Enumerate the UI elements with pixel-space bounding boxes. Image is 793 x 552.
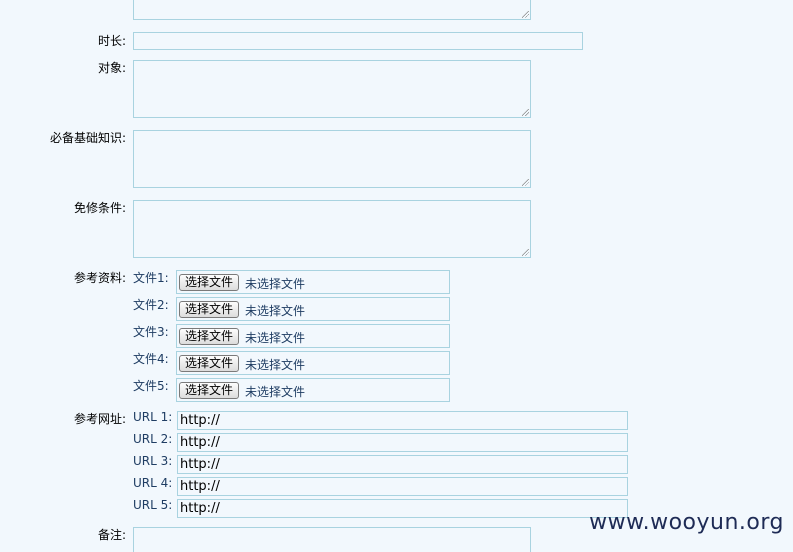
file-status: 未选择文件 xyxy=(245,358,306,372)
exemption-label: 免修条件: xyxy=(73,201,126,215)
url-input[interactable]: http:// xyxy=(177,411,628,430)
duration-input[interactable] xyxy=(133,32,583,50)
resize-grip-icon[interactable] xyxy=(522,11,529,18)
file-input[interactable]: 选择文件 未选择文件 xyxy=(176,297,450,321)
choose-file-button[interactable]: 选择文件 xyxy=(179,328,240,345)
choose-file-button[interactable]: 选择文件 xyxy=(179,355,240,372)
resize-grip-icon[interactable] xyxy=(522,249,529,256)
audience-textarea[interactable] xyxy=(133,60,531,118)
url-label: URL 3: xyxy=(133,454,173,468)
resize-grip-icon[interactable] xyxy=(522,109,529,116)
file-label: 文件3: xyxy=(133,325,169,339)
file-label: 文件5: xyxy=(133,379,169,393)
references-label: 参考资料: xyxy=(73,271,126,285)
prerequisites-textarea[interactable] xyxy=(133,130,531,188)
file-input[interactable]: 选择文件 未选择文件 xyxy=(176,351,450,375)
file-input[interactable]: 选择文件 未选择文件 xyxy=(176,270,450,294)
file-label: 文件2: xyxy=(133,298,169,312)
choose-file-button[interactable]: 选择文件 xyxy=(179,382,240,399)
url-input[interactable]: http:// xyxy=(177,499,628,518)
url-input[interactable]: http:// xyxy=(177,455,628,474)
file-label: 文件4: xyxy=(133,352,169,366)
file-status: 未选择文件 xyxy=(245,385,306,399)
url-input[interactable]: http:// xyxy=(177,477,628,496)
file-input[interactable]: 选择文件 未选择文件 xyxy=(176,324,450,348)
notes-label: 备注: xyxy=(97,528,126,542)
resize-grip-icon[interactable] xyxy=(522,179,529,186)
url-label: URL 5: xyxy=(133,498,173,512)
url-input[interactable]: http:// xyxy=(177,433,628,452)
watermark: www.wooyun.org xyxy=(589,510,784,535)
file-status: 未选择文件 xyxy=(245,331,306,345)
url-label: URL 2: xyxy=(133,432,173,446)
duration-label: 时长: xyxy=(97,34,126,48)
url-label: URL 4: xyxy=(133,476,173,490)
previous-textarea[interactable] xyxy=(133,0,531,20)
notes-textarea[interactable] xyxy=(133,527,531,552)
file-input[interactable]: 选择文件 未选择文件 xyxy=(176,378,450,402)
file-status: 未选择文件 xyxy=(245,277,306,291)
choose-file-button[interactable]: 选择文件 xyxy=(179,274,240,291)
url-label: URL 1: xyxy=(133,410,173,424)
choose-file-button[interactable]: 选择文件 xyxy=(179,301,240,318)
file-status: 未选择文件 xyxy=(245,304,306,318)
file-label: 文件1: xyxy=(133,271,169,285)
exemption-textarea[interactable] xyxy=(133,200,531,258)
ref-urls-label: 参考网址: xyxy=(73,412,126,426)
audience-label: 对象: xyxy=(97,61,126,75)
prerequisites-label: 必备基础知识: xyxy=(49,131,126,145)
